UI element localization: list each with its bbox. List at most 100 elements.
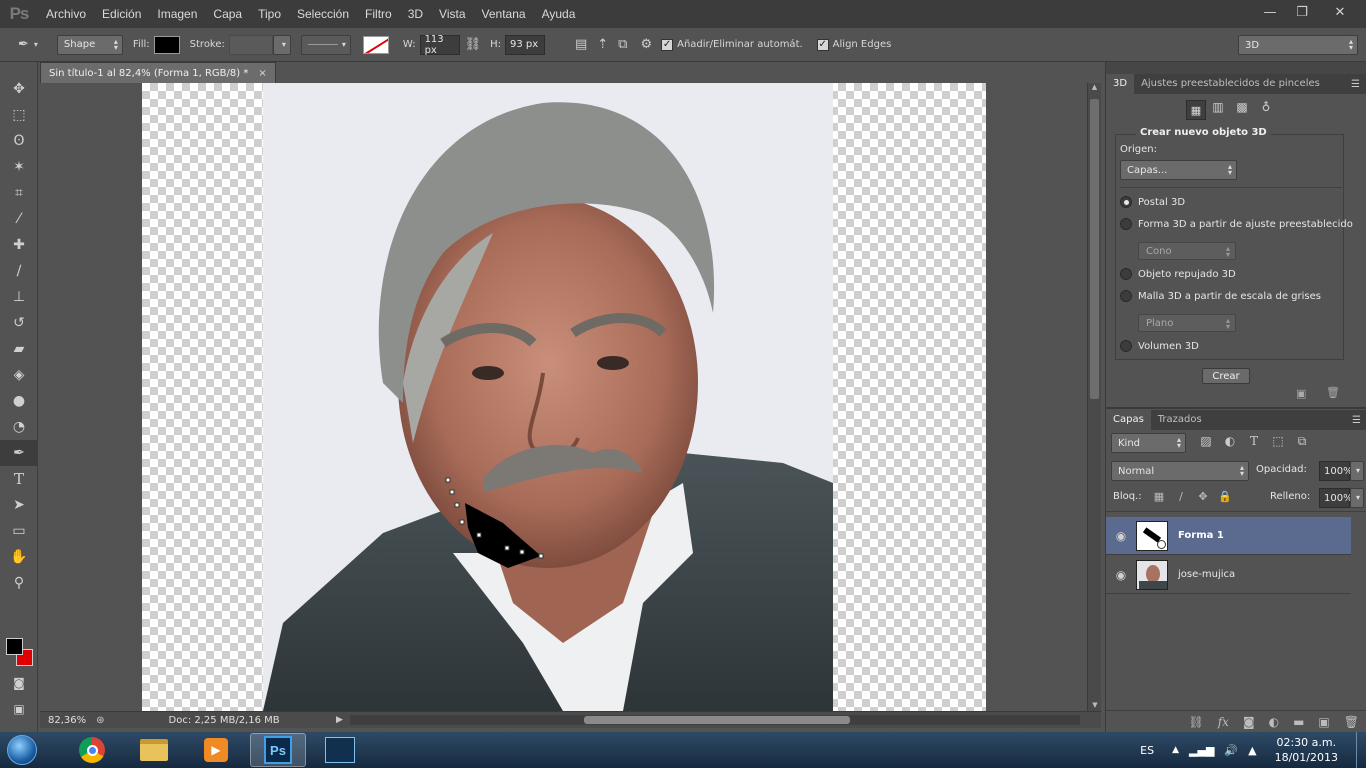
- gear-icon[interactable]: ⚙: [640, 37, 652, 52]
- eraser-tool-icon[interactable]: ▰: [0, 336, 38, 362]
- foreground-color-swatch[interactable]: [6, 638, 23, 655]
- pen-tool-icon[interactable]: ✒: [18, 37, 29, 52]
- link-icon[interactable]: ⛓: [465, 37, 482, 52]
- layer-row-jose-mujica[interactable]: ◉ jose-mujica: [1106, 556, 1351, 594]
- layer-name[interactable]: Forma 1: [1178, 530, 1224, 541]
- visibility-eye-icon[interactable]: ◉: [1106, 568, 1136, 582]
- mesh-type-dropdown[interactable]: Plano ▴ ▾: [1138, 314, 1236, 332]
- blend-mode-dropdown[interactable]: Normal ▴ ▾: [1111, 461, 1249, 481]
- type-filter-icon[interactable]: T: [1242, 434, 1266, 449]
- auto-add-delete-checkbox[interactable]: ✓: [661, 38, 674, 51]
- option-grayscale-mesh[interactable]: Malla 3D a partir de escala de grises: [1120, 290, 1321, 302]
- dodge-tool-icon[interactable]: ◔: [0, 414, 38, 440]
- delete-layer-icon[interactable]: 🗑: [1344, 715, 1359, 729]
- horizontal-scrollbar[interactable]: [350, 715, 1080, 725]
- tab-layers[interactable]: Capas: [1106, 410, 1151, 430]
- layer-style-icon[interactable]: fx: [1218, 715, 1229, 729]
- menu-filtro[interactable]: Filtro: [357, 0, 400, 28]
- menu-vista[interactable]: Vista: [431, 0, 473, 28]
- layer-name[interactable]: jose-mujica: [1178, 569, 1235, 580]
- lock-pixels-icon[interactable]: ∕: [1170, 490, 1192, 503]
- align-edges-checkbox[interactable]: ✓: [816, 38, 829, 51]
- volume-icon[interactable]: 🔊: [1224, 744, 1238, 757]
- chrome-taskbar-button[interactable]: [64, 733, 120, 767]
- layer-row-forma-1[interactable]: ◉ Forma 1: [1106, 517, 1351, 555]
- zoom-tool-icon[interactable]: ⚲: [0, 570, 38, 596]
- visibility-eye-icon[interactable]: ◉: [1106, 529, 1136, 543]
- fill-slider-button[interactable]: ▾: [1350, 488, 1364, 508]
- radio-postal-3d[interactable]: [1120, 196, 1132, 208]
- marquee-tool-icon[interactable]: ⬚: [0, 102, 38, 128]
- menu-ventana[interactable]: Ventana: [474, 0, 534, 28]
- trash-icon[interactable]: 🗑: [1326, 386, 1340, 399]
- show-desktop-button[interactable]: [1356, 732, 1366, 768]
- origin-dropdown[interactable]: Capas... ▴ ▾: [1120, 160, 1237, 180]
- lock-position-icon[interactable]: ✥: [1192, 490, 1214, 503]
- add-mask-icon[interactable]: ◙: [1243, 715, 1255, 729]
- drive-icon[interactable]: ▲: [1248, 744, 1256, 757]
- fill-swatch[interactable]: [153, 35, 180, 54]
- brush-tool-icon[interactable]: ∕: [0, 258, 38, 284]
- pixel-filter-icon[interactable]: ▨: [1194, 434, 1218, 449]
- document-tab[interactable]: Sin título-1 al 82,4% (Forma 1, RGB/8) *…: [40, 62, 276, 83]
- mesh-icon[interactable]: ▥: [1206, 100, 1230, 120]
- shape-filter-icon[interactable]: ⬚: [1266, 434, 1290, 449]
- hand-tool-icon[interactable]: ✋: [0, 544, 38, 570]
- height-field[interactable]: 93 px: [504, 34, 545, 55]
- pen-tool-icon[interactable]: ✒: [0, 440, 38, 466]
- screen-mode-icon[interactable]: ▣: [0, 696, 38, 722]
- status-export-icon[interactable]: ⊛: [96, 715, 104, 726]
- minimize-button[interactable]: —: [1256, 0, 1284, 24]
- tool-mode-dropdown[interactable]: Shape ▴ ▾: [56, 34, 123, 55]
- panel-menu-icon[interactable]: ☰: [1352, 415, 1361, 426]
- path-alignment-icon[interactable]: ⇡: [597, 37, 608, 52]
- tab-paths[interactable]: Trazados: [1151, 410, 1209, 430]
- workspace-dropdown[interactable]: 3D ▴ ▾: [1238, 35, 1358, 55]
- option-extrusion[interactable]: Objeto repujado 3D: [1120, 268, 1236, 280]
- photoshop-taskbar-button[interactable]: Ps: [250, 733, 306, 767]
- radio-preset-shape[interactable]: [1120, 218, 1132, 230]
- history-brush-tool-icon[interactable]: ↺: [0, 310, 38, 336]
- zoom-level[interactable]: 82,36%: [48, 715, 86, 726]
- menu-ayuda[interactable]: Ayuda: [534, 0, 584, 28]
- width-field[interactable]: 113 px: [419, 34, 460, 56]
- opacity-field[interactable]: 100%: [1319, 461, 1353, 481]
- panel-dock-header[interactable]: [1106, 62, 1366, 74]
- quick-mask-icon[interactable]: ◙: [0, 670, 38, 696]
- tab-brush-presets[interactable]: Ajustes preestablecidos de pinceles: [1134, 74, 1327, 94]
- rectangle-tool-icon[interactable]: ▭: [0, 518, 38, 544]
- stroke-dropdown-button[interactable]: ▾: [272, 34, 291, 55]
- menu-capa[interactable]: Capa: [205, 0, 250, 28]
- opacity-slider-button[interactable]: ▾: [1350, 461, 1364, 481]
- language-indicator[interactable]: ES: [1140, 744, 1154, 757]
- eyedropper-tool-icon[interactable]: ⁄: [0, 206, 38, 232]
- option-volume[interactable]: Volumen 3D: [1120, 340, 1199, 352]
- menu-edicion[interactable]: Edición: [94, 0, 149, 28]
- status-menu-arrow-icon[interactable]: ▶: [336, 715, 343, 725]
- path-operations-icon[interactable]: ▤: [575, 37, 587, 52]
- lock-transparency-icon[interactable]: ▦: [1148, 490, 1170, 503]
- menu-seleccion[interactable]: Selección: [289, 0, 357, 28]
- healing-brush-tool-icon[interactable]: ✚: [0, 232, 38, 258]
- lasso-tool-icon[interactable]: ʘ: [0, 128, 38, 154]
- close-button[interactable]: ✕: [1320, 0, 1360, 24]
- app-taskbar-button[interactable]: [312, 733, 368, 767]
- vertical-scroll-thumb[interactable]: [1090, 99, 1099, 399]
- show-hidden-icons-icon[interactable]: ▲: [1172, 745, 1179, 755]
- crop-tool-icon[interactable]: ⌗: [0, 180, 38, 206]
- radio-volume[interactable]: [1120, 340, 1132, 352]
- scene-icon[interactable]: ▦: [1186, 100, 1206, 120]
- new-adjustment-icon[interactable]: ◐: [1269, 715, 1279, 729]
- transparent-canvas[interactable]: [142, 83, 986, 711]
- new-group-icon[interactable]: ▬: [1293, 715, 1304, 729]
- menu-tipo[interactable]: Tipo: [250, 0, 289, 28]
- radio-extrusion[interactable]: [1120, 268, 1132, 280]
- network-signal-icon[interactable]: ▂▄▆: [1189, 744, 1214, 757]
- scroll-down-icon[interactable]: ▼: [1088, 701, 1102, 709]
- new-layer-icon[interactable]: ▣: [1318, 715, 1329, 729]
- fill-field[interactable]: 100%: [1319, 488, 1353, 508]
- tab-3d[interactable]: 3D: [1106, 74, 1135, 94]
- smart-object-filter-icon[interactable]: ⧉: [1290, 434, 1314, 449]
- link-layers-icon[interactable]: ⛓: [1188, 715, 1203, 729]
- adjustment-filter-icon[interactable]: ◐: [1218, 434, 1242, 449]
